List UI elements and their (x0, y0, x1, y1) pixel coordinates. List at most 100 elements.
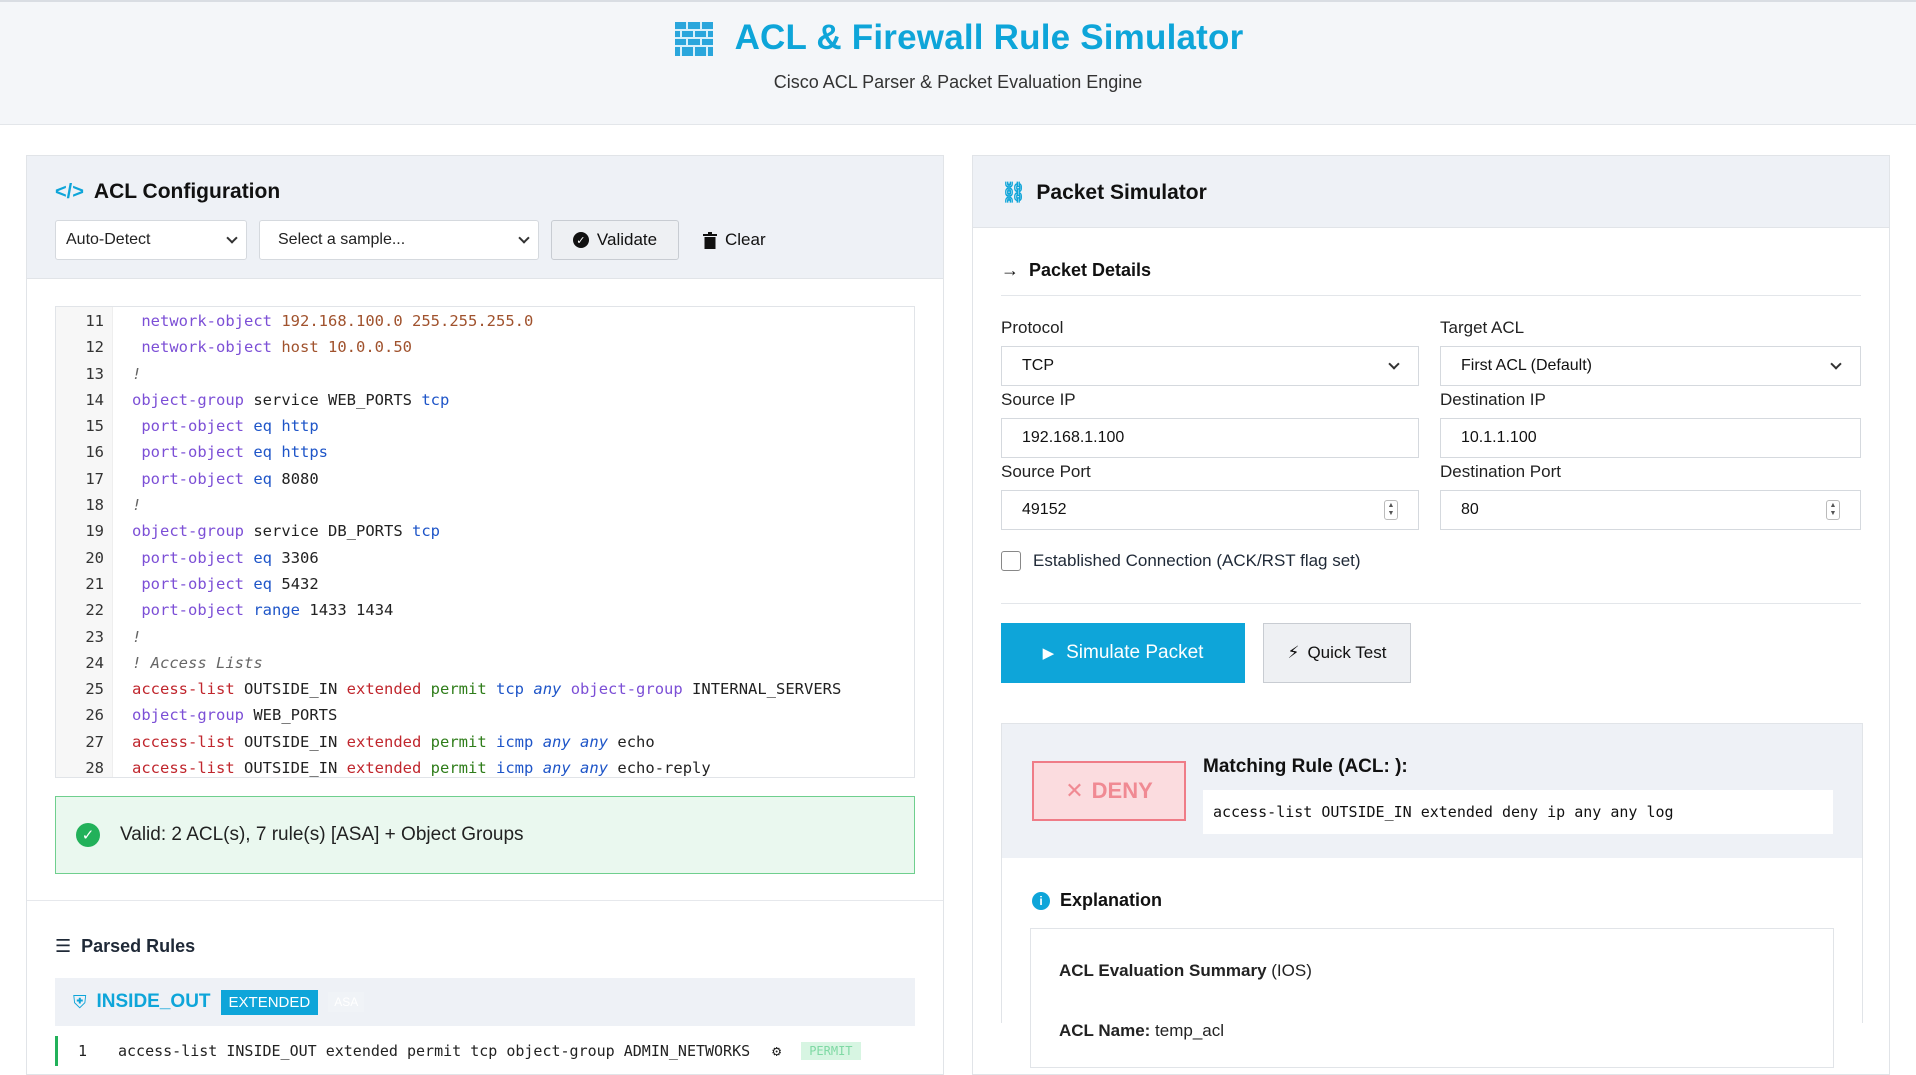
source-port-input[interactable]: 49152 ▲ ▼ (1001, 490, 1419, 530)
line-number: 23 (85, 627, 104, 646)
check-circle-icon: ✓ (572, 232, 589, 248)
line-number: 26 (85, 706, 104, 725)
code-line[interactable]: 17 port-object eq 8080 (56, 466, 914, 492)
number-spinner-icon[interactable]: ▲ ▼ (1826, 500, 1840, 520)
code-line[interactable]: 21 port-object eq 5432 (56, 571, 914, 597)
code-text: access-list OUTSIDE_IN extended permit i… (132, 732, 655, 751)
acl-code-editor[interactable]: 11 network-object 192.168.100.0 255.255.… (55, 306, 915, 778)
verdict-badge: ✕ DENY (1032, 761, 1186, 821)
action-badge: PERMIT (801, 1042, 861, 1060)
code-text: object-group service WEB_PORTS tcp (132, 390, 450, 409)
acl-type-badge: EXTENDED (220, 989, 319, 1015)
matching-rule-label: Matching Rule (ACL: ): (1203, 756, 1408, 777)
sample-select[interactable]: Select a sample... (259, 220, 539, 260)
play-icon: ▶ (1042, 645, 1055, 662)
code-text: ! (132, 627, 142, 646)
packet-sim-title: ⛓ Packet Simulator (1001, 180, 1207, 205)
number-spinner-icon[interactable]: ▲ ▼ (1384, 500, 1398, 520)
check-circle-icon: ✓ (76, 823, 100, 847)
line-number: 22 (85, 601, 104, 620)
code-line[interactable]: 15 port-object eq http (56, 413, 914, 439)
code-text: port-object range 1433 1434 (141, 601, 394, 620)
established-checkbox[interactable] (1001, 551, 1021, 571)
chevron-down-icon (226, 232, 238, 244)
brick-wall-icon (674, 22, 713, 56)
code-line[interactable]: 25 access-list OUTSIDE_IN extended permit… (56, 676, 914, 702)
acl-name: INSIDE_OUT (96, 991, 211, 1012)
line-number: 13 (85, 364, 104, 383)
explanation-title: i Explanation (1032, 890, 1162, 911)
code-line[interactable]: 13! (56, 361, 914, 387)
code-line[interactable]: 18! (56, 492, 914, 518)
parsed-rules-title: ☰ Parsed Rules (55, 936, 196, 956)
code-text: ! (132, 496, 142, 515)
matching-rule-text: access-list OUTSIDE_IN extended deny ip … (1203, 790, 1833, 834)
code-text: access-list OUTSIDE_IN extended permit i… (132, 759, 711, 778)
list-icon: ☰ (55, 936, 72, 956)
line-number: 19 (85, 522, 104, 541)
route-icon: ⛓ (1001, 182, 1027, 204)
quick-test-button[interactable]: ⚡ Quick Test (1263, 623, 1411, 683)
bolt-icon: ⚡ (1287, 643, 1300, 662)
code-text: port-object eq 5432 (141, 574, 319, 593)
code-text: ! (132, 364, 142, 383)
source-ip-input[interactable]: 192.168.1.100 (1001, 418, 1419, 458)
object-group-icon: ⚙ (772, 1042, 782, 1060)
code-text: port-object eq https (141, 443, 329, 462)
line-number: 28 (85, 759, 104, 778)
line-number: 16 (85, 443, 104, 462)
format-select[interactable]: Auto-Detect (55, 220, 247, 260)
source-ip-label: Source IP (1001, 390, 1076, 409)
code-line[interactable]: 24 ! Access Lists (56, 650, 914, 676)
line-number: 24 (85, 653, 104, 672)
dest-port-label: Destination Port (1440, 462, 1561, 481)
chevron-down-icon (1830, 358, 1842, 370)
code-line[interactable]: 16 port-object eq https (56, 439, 914, 465)
code-line[interactable]: 22 port-object range 1433 1434 (56, 597, 914, 623)
code-text: access-list OUTSIDE_IN extended permit t… (132, 680, 842, 699)
line-number: 17 (85, 469, 104, 488)
packet-details-title: → Packet Details (1001, 260, 1861, 296)
code-line[interactable]: 19 object-group service DB_PORTS tcp (56, 518, 914, 544)
code-icon: </> (55, 180, 84, 203)
established-option: Established Connection (ACK/RST flag set… (1001, 551, 1361, 571)
code-line[interactable]: 26 object-group WEB_PORTS (56, 702, 914, 728)
acl-config-title: </> ACL Configuration (55, 180, 281, 203)
protocol-select[interactable]: TCP (1001, 346, 1419, 386)
code-line[interactable]: 23! (56, 624, 914, 650)
code-line[interactable]: 20 port-object eq 3306 (56, 545, 914, 571)
chevron-down-icon (518, 232, 530, 244)
acl-config-panel: </> ACL Configuration Auto-Detect Select… (26, 155, 944, 1075)
code-line[interactable]: 11 network-object 192.168.100.0 255.255.… (56, 308, 914, 334)
code-line[interactable]: 27 access-list OUTSIDE_IN extended permit… (56, 729, 914, 755)
code-text: ! Access Lists (132, 653, 263, 672)
info-icon: i (1032, 891, 1050, 910)
validation-message: ✓ Valid: 2 ACL(s), 7 rule(s) [ASA] + Obj… (55, 796, 915, 874)
target-acl-select[interactable]: First ACL (Default) (1440, 346, 1861, 386)
protocol-label: Protocol (1001, 318, 1064, 337)
platform-badge: ASA (328, 992, 365, 1012)
line-number: 20 (85, 548, 104, 567)
code-text: network-object host 10.0.0.50 (141, 338, 413, 357)
code-line[interactable]: 12 network-object host 10.0.0.50 (56, 334, 914, 360)
line-number: 27 (85, 732, 104, 751)
app-subtitle: Cisco ACL Parser & Packet Evaluation Eng… (773, 72, 1143, 92)
app-header: ACL & Firewall Rule Simulator Cisco ACL … (0, 0, 1916, 125)
line-number: 18 (85, 496, 104, 515)
target-acl-label: Target ACL (1440, 318, 1525, 337)
simulate-packet-button[interactable]: ▶ Simulate Packet (1001, 623, 1245, 683)
code-text: network-object 192.168.100.0 255.255.255… (141, 312, 534, 330)
validate-button[interactable]: ✓ Validate (551, 220, 679, 260)
clear-button[interactable]: Clear (691, 220, 778, 260)
code-text: object-group WEB_PORTS (132, 706, 338, 725)
dest-port-input[interactable]: 80 ▲ ▼ (1440, 490, 1861, 530)
dest-ip-input[interactable]: 10.1.1.100 (1440, 418, 1861, 458)
line-number: 11 (85, 312, 104, 330)
code-line[interactable]: 14 object-group service WEB_PORTS tcp (56, 387, 914, 413)
shield-icon: ⛨ (73, 991, 87, 1012)
code-line[interactable]: 28 access-list OUTSIDE_IN extended permit… (56, 755, 914, 778)
acl-group-header[interactable]: ⛨ INSIDE_OUT EXTENDED ASA (55, 978, 915, 1026)
packet-simulator-panel: ⛓ Packet Simulator → Packet Details Prot… (972, 155, 1890, 1075)
line-number: 14 (85, 390, 104, 409)
x-icon: ✕ (1065, 778, 1084, 803)
